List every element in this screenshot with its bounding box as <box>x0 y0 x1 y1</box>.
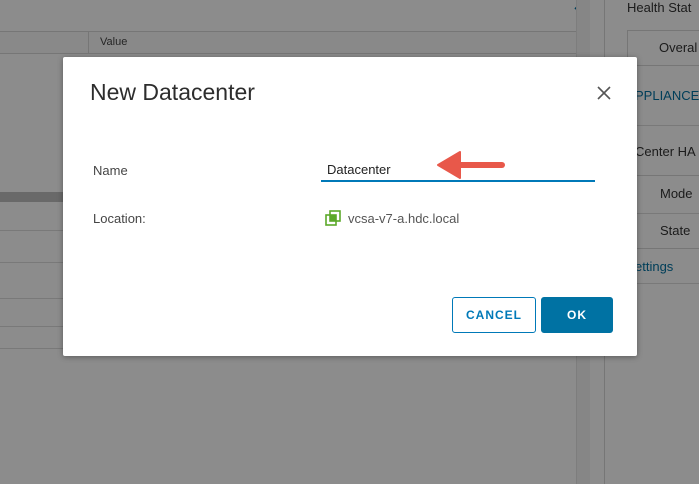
cancel-button[interactable]: CANCEL <box>452 297 536 333</box>
dialog-title: New Datacenter <box>90 79 255 105</box>
ok-button[interactable]: OK <box>541 297 613 333</box>
vcenter-icon <box>325 210 341 226</box>
close-icon[interactable] <box>596 85 612 101</box>
location-value: vcsa-v7-a.hdc.local <box>348 211 460 226</box>
location-label: Location: <box>93 211 146 226</box>
name-label: Name <box>93 163 128 178</box>
annotation-arrow-icon <box>437 151 505 179</box>
new-datacenter-dialog: New Datacenter Name Location: vcsa-v7-a.… <box>63 57 637 356</box>
